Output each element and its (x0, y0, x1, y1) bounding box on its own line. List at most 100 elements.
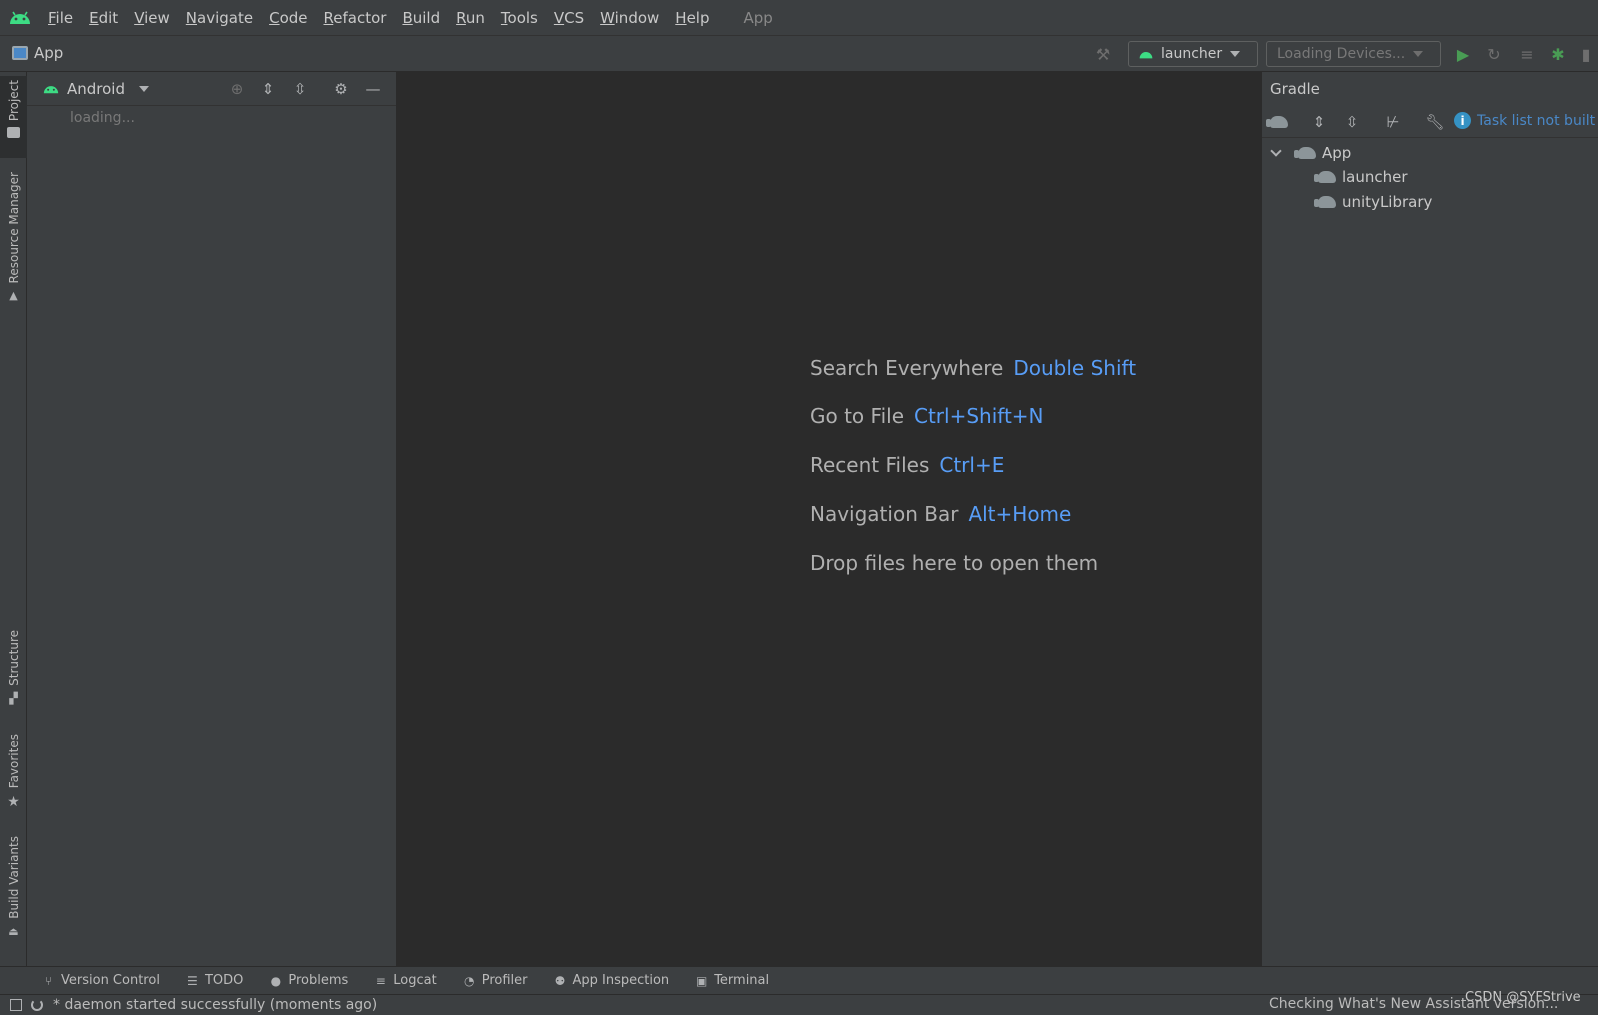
hint-label: Navigation Bar (810, 502, 959, 526)
gradle-tree-item-label: launcher (1342, 168, 1408, 186)
debug-icon[interactable]: ✱ (1548, 45, 1568, 64)
expand-all-icon[interactable]: ⇕ (258, 80, 278, 98)
chevron-down-icon (1230, 51, 1241, 57)
locate-icon[interactable]: ⊕ (227, 80, 247, 98)
gradle-elephant-icon (1294, 147, 1316, 159)
tool-tab-build-variants[interactable]: Build Variants ⏏ (0, 836, 27, 946)
hammer-icon[interactable]: ⚒ (1093, 45, 1113, 64)
menu-file[interactable]: File (40, 0, 81, 36)
android-studio-logo-icon (0, 0, 40, 36)
logcat-icon: ≡ (375, 973, 386, 988)
gradle-panel: Gradle ⇕ ⇳ ⊬ 🔧︎ i Task list not built Ap… (1261, 72, 1598, 966)
chevron-down-icon[interactable] (139, 85, 149, 92)
status-message[interactable]: * daemon started successfully (moments a… (53, 997, 377, 1013)
tool-tab-label: Problems (288, 973, 349, 988)
gradle-tree-item-launcher[interactable]: launcher (1314, 168, 1408, 186)
tool-tab-structure[interactable]: Structure ▞ (0, 630, 27, 710)
gradle-tree-root-label: App (1322, 144, 1352, 162)
tool-tab-label: App Inspection (572, 973, 670, 988)
menu-help[interactable]: Help (667, 0, 717, 36)
tool-tab-profiler[interactable]: ◔ Profiler (463, 973, 528, 988)
hint-label: Go to File (810, 404, 904, 428)
tool-tab-label: Terminal (714, 973, 770, 988)
expand-all-icon[interactable]: ⇕ (1308, 112, 1330, 132)
breadcrumb[interactable]: App (12, 44, 63, 62)
editor-empty-area[interactable]: Search Everywhere Double Shift Go to File… (397, 72, 1261, 966)
inspection-icon: ⚉ (554, 973, 566, 988)
hide-icon[interactable]: — (363, 80, 383, 98)
android-icon: ⏏ (8, 924, 19, 938)
gradle-tree-item-unitylibrary[interactable]: unityLibrary (1314, 193, 1432, 211)
watermark-text: CSDN @SYFStrive (1465, 990, 1581, 1005)
gauge-icon: ◔ (463, 973, 475, 988)
hint-drop-files: Drop files here to open them (810, 551, 1098, 575)
project-view-selector[interactable]: Android (67, 80, 125, 98)
tool-tab-resource-manager-label: Resource Manager (6, 172, 21, 284)
menu-edit[interactable]: Edit (81, 0, 126, 36)
terminal-icon: ▣ (696, 973, 708, 988)
hint-navigation-bar: Navigation Bar Alt+Home (810, 502, 1071, 526)
resource-manager-icon: ▲ (9, 289, 18, 303)
tool-tab-resource-manager[interactable]: Resource Manager ▲ (0, 172, 27, 312)
hint-shortcut: Double Shift (1013, 356, 1137, 380)
tool-tab-problems[interactable]: ● Problems (269, 973, 349, 988)
window-title: App (743, 8, 773, 27)
info-icon: i (1454, 112, 1471, 129)
list-icon: ☰ (187, 973, 198, 988)
toggle-offline-icon[interactable]: ⊬ (1382, 112, 1404, 132)
menu-navigate[interactable]: Navigate (178, 0, 261, 36)
collapse-all-icon[interactable]: ⇳ (1341, 112, 1363, 132)
module-folder-icon (12, 46, 28, 60)
status-bar: * daemon started successfully (moments a… (0, 994, 1598, 1015)
gradle-panel-title: Gradle (1270, 80, 1320, 98)
gradle-tree-root[interactable]: App (1270, 144, 1352, 162)
gradle-reload-icon[interactable] (1266, 112, 1290, 132)
hint-label: Drop files here to open them (810, 551, 1099, 575)
chevron-down-icon (1413, 51, 1424, 57)
menu-build[interactable]: Build (394, 0, 448, 36)
tool-tab-label: TODO (204, 973, 244, 988)
hint-label: Search Everywhere (810, 356, 1004, 380)
toggle-tool-windows-icon[interactable] (10, 999, 22, 1011)
menu-window[interactable]: Window (592, 0, 667, 36)
menu-code[interactable]: Code (261, 0, 315, 36)
tool-tab-version-control[interactable]: ⑂ Version Control (42, 973, 160, 988)
hint-shortcut: Ctrl+E (939, 453, 1005, 477)
folder-icon (7, 127, 20, 139)
menu-bar: File Edit View Navigate Code Refactor Bu… (0, 0, 1598, 36)
attach-debugger-icon[interactable]: ▮ (1576, 45, 1596, 64)
left-tool-stripe: Project Resource Manager ▲ Structure ▞ F… (0, 72, 27, 966)
chevron-down-icon[interactable] (1270, 145, 1282, 157)
tool-tab-app-inspection[interactable]: ⚉ App Inspection (554, 973, 670, 988)
navigation-bar: App ⚒ launcher Loading Devices... ▶ ↻ ≡ … (0, 36, 1598, 72)
tool-tab-favorites-label: Favorites (6, 734, 21, 789)
run-icon[interactable]: ▶ (1453, 45, 1473, 64)
run-config-selector[interactable]: launcher (1128, 41, 1258, 67)
menu-refactor[interactable]: Refactor (316, 0, 395, 36)
collapse-all-icon[interactable]: ⇳ (290, 80, 310, 98)
wrench-icon[interactable]: 🔧︎ (1424, 112, 1446, 132)
hint-recent-files: Recent Files Ctrl+E (810, 453, 1004, 477)
apply-changes-icon[interactable]: ↻ (1484, 45, 1504, 64)
project-panel-header: Android ⊕ ⇕ ⇳ ⚙ — (27, 72, 396, 106)
tool-tab-logcat[interactable]: ≡ Logcat (374, 973, 437, 988)
gear-icon[interactable]: ⚙ (331, 80, 351, 98)
device-selector-label: Loading Devices... (1277, 46, 1406, 62)
hint-label: Recent Files (810, 453, 930, 477)
tool-tab-project[interactable]: Project (0, 76, 27, 158)
tool-tab-favorites[interactable]: Favorites ★ (0, 734, 27, 814)
project-panel: Android ⊕ ⇕ ⇳ ⚙ — loading... (27, 72, 397, 966)
menu-tools[interactable]: Tools (493, 0, 546, 36)
task-list-notice[interactable]: i Task list not built (1454, 112, 1595, 129)
apply-code-changes-icon[interactable]: ≡ (1517, 45, 1537, 64)
menu-vcs[interactable]: VCS (546, 0, 592, 36)
menu-view[interactable]: View (126, 0, 178, 36)
hint-search-everywhere: Search Everywhere Double Shift (810, 356, 1136, 380)
tool-tab-terminal[interactable]: ▣ Terminal (695, 973, 769, 988)
menu-run[interactable]: Run (448, 0, 493, 36)
tool-tab-todo[interactable]: ☰ TODO (186, 973, 243, 988)
hint-shortcut: Ctrl+Shift+N (914, 404, 1044, 428)
gradle-elephant-icon (1314, 196, 1336, 208)
gradle-toolbar: ⇕ ⇳ ⊬ 🔧︎ i Task list not built (1262, 106, 1598, 138)
device-selector[interactable]: Loading Devices... (1266, 41, 1441, 67)
